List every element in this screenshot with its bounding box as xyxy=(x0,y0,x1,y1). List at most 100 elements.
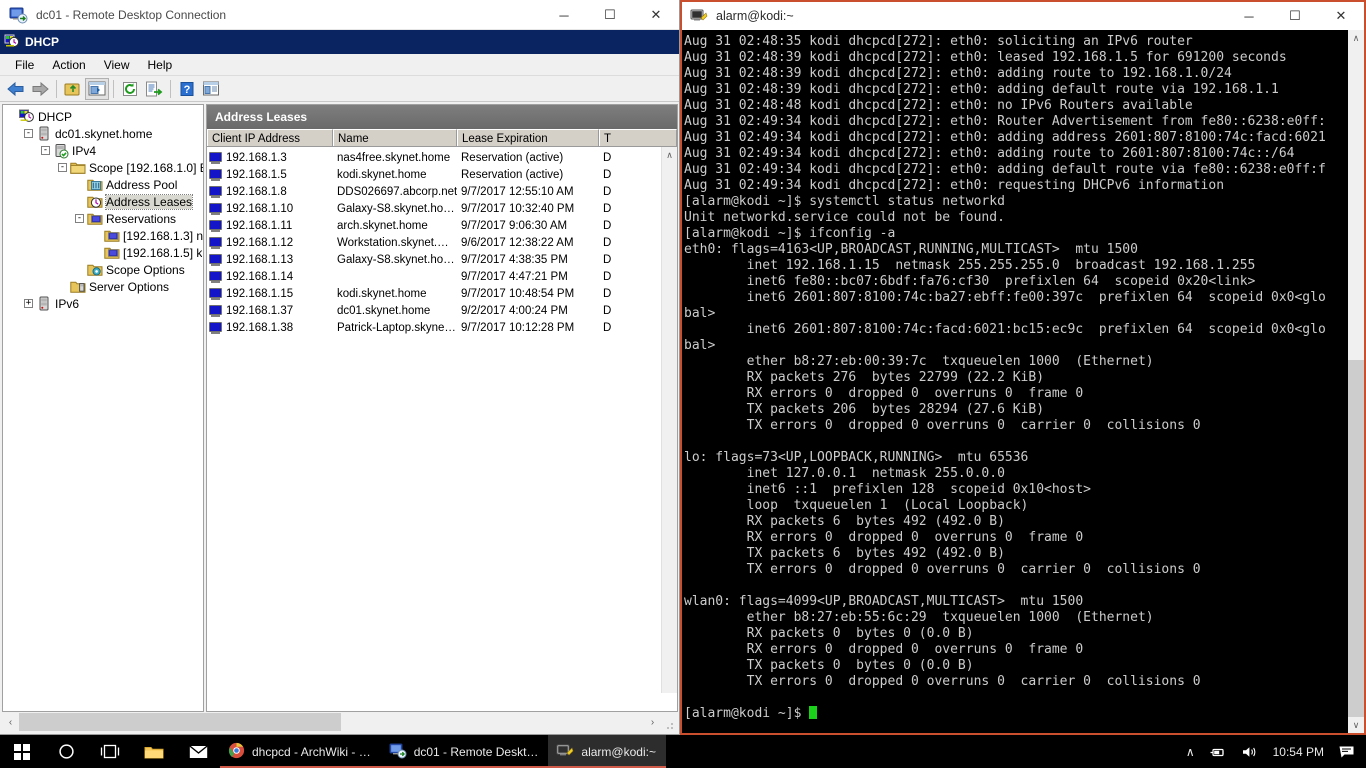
collapse-toggle[interactable]: - xyxy=(41,146,50,155)
tree-node-reservations[interactable]: - Reservations xyxy=(3,210,203,227)
taskbar-item-chrome[interactable]: dhcpcd - ArchWiki - … xyxy=(220,735,381,768)
table-row[interactable]: 192.168.1.11 arch.skynet.home 9/7/2017 9:0… xyxy=(207,217,677,234)
up-one-level-button[interactable] xyxy=(61,78,85,100)
column-header-name[interactable]: Name xyxy=(333,129,457,146)
table-row[interactable]: 192.168.1.13 Galaxy-S8.skynet.ho… 9/7/2017… xyxy=(207,251,677,268)
export-list-button[interactable] xyxy=(142,78,166,100)
toolbar-separator xyxy=(56,79,57,98)
taskbar-clock[interactable]: 10:54 PM xyxy=(1266,735,1331,768)
cell-lease-expiration: 9/7/2017 4:38:35 PM xyxy=(461,253,568,266)
tree-node-label: Server Options xyxy=(89,279,170,294)
terminal-body[interactable]: Aug 31 02:48:35 kodi dhcpcd[272]: eth0: … xyxy=(682,30,1364,733)
table-row[interactable]: 192.168.1.15 kodi.skynet.home 9/7/2017 10:… xyxy=(207,285,677,302)
tree-node-scope-192-168-1-0-ba[interactable]: - Scope [192.168.1.0] Ba xyxy=(3,159,203,176)
tree-node-dhcp[interactable]: DHCP xyxy=(3,108,203,125)
cell-name: DDS026697.abcorp.net xyxy=(337,185,457,198)
column-header-type[interactable]: T xyxy=(599,129,677,146)
terminal-close-button[interactable]: ✕ xyxy=(1318,2,1364,30)
table-row[interactable]: 192.168.1.5 kodi.skynet.home Reservation (… xyxy=(207,166,677,183)
rdp-close-button[interactable]: ✕ xyxy=(633,0,679,30)
tree-node-ipv6[interactable]: + IPv6 xyxy=(3,295,203,312)
dhcp-horizontal-scrollbar[interactable]: ‹ › xyxy=(2,713,678,731)
tree-node-192-168-1-3-n[interactable]: [192.168.1.3] n xyxy=(3,227,203,244)
expand-toggle[interactable]: + xyxy=(24,299,33,308)
network-icon[interactable] xyxy=(1202,735,1234,768)
refresh-button[interactable] xyxy=(118,78,142,100)
tree-node-dc01-skynet-home[interactable]: - dc01.skynet.home xyxy=(3,125,203,142)
rdp-title-bar[interactable]: dc01 - Remote Desktop Connection ─ ☐ ✕ xyxy=(0,0,679,30)
table-row[interactable]: 192.168.1.10 Galaxy-S8.skynet.ho… 9/7/2017… xyxy=(207,200,677,217)
column-header-client-ip[interactable]: Client IP Address xyxy=(207,129,333,146)
tree-node-label: IPv6 xyxy=(55,296,80,311)
table-row[interactable]: 192.168.1.3 nas4free.skynet.home Reservati… xyxy=(207,149,677,166)
column-header-lease-expiration[interactable]: Lease Expiration xyxy=(457,129,599,146)
cell-client-ip: 192.168.1.15 xyxy=(207,287,333,300)
scroll-up-arrow[interactable]: ∧ xyxy=(662,147,677,163)
terminal-title-bar[interactable]: alarm@kodi:~ ─ ☐ ✕ xyxy=(682,2,1364,30)
table-row[interactable]: 192.168.1.14 9/7/2017 4:47:21 PM D xyxy=(207,268,677,285)
terminal-maximize-button[interactable]: ☐ xyxy=(1272,2,1318,30)
hscroll-thumb[interactable] xyxy=(19,713,341,731)
properties-button[interactable] xyxy=(199,78,223,100)
cell-name: kodi.skynet.home xyxy=(337,287,427,300)
mail-icon[interactable] xyxy=(176,735,220,768)
table-row[interactable]: 192.168.1.38 Patrick-Laptop.skyne… 9/7/201… xyxy=(207,319,677,336)
tray-chevron-up-icon[interactable]: ∧ xyxy=(1179,735,1202,768)
task-view-icon[interactable] xyxy=(88,735,132,768)
cell-client-ip: 192.168.1.12 xyxy=(207,236,333,249)
start-button[interactable] xyxy=(0,735,44,768)
cell-name: dc01.skynet.home xyxy=(337,304,431,317)
file-explorer-icon[interactable] xyxy=(132,735,176,768)
cell-client-ip: 192.168.1.37 xyxy=(207,304,333,317)
tree-node-label: IPv4 xyxy=(72,143,97,158)
remote-desktop-icon xyxy=(8,5,28,25)
collapse-toggle[interactable]: - xyxy=(24,129,33,138)
console-tree-pane[interactable]: DHCP - dc01.skynet.home - IPv4- Scope [192.16… xyxy=(2,104,204,712)
taskbar-item-putty[interactable]: alarm@kodi:~ xyxy=(548,735,666,768)
terminal-scroll-down-arrow[interactable]: ∨ xyxy=(1348,717,1364,733)
tree-node-label: [192.168.1.5] k xyxy=(123,245,203,260)
volume-icon[interactable] xyxy=(1234,735,1266,768)
tree-node-address-pool[interactable]: Address Pool xyxy=(3,176,203,193)
tree-node-192-168-1-5-k[interactable]: [192.168.1.5] k xyxy=(3,244,203,261)
list-vertical-scrollbar[interactable]: ∧ xyxy=(661,147,677,693)
tree-node-ipv4[interactable]: - IPv4 xyxy=(3,142,203,159)
scope-options-icon xyxy=(87,262,103,278)
rdp-maximize-button[interactable]: ☐ xyxy=(587,0,633,30)
menu-help[interactable]: Help xyxy=(139,56,182,74)
tree-node-server-options[interactable]: Server Options xyxy=(3,278,203,295)
menu-file[interactable]: File xyxy=(6,56,43,74)
tree-node-address-leases[interactable]: Address Leases xyxy=(3,193,203,210)
putty-terminal-window: alarm@kodi:~ ─ ☐ ✕ Aug 31 02:48:35 kodi … xyxy=(680,0,1366,735)
menu-view[interactable]: View xyxy=(95,56,139,74)
resize-grip[interactable] xyxy=(661,713,678,731)
table-row[interactable]: 192.168.1.37 dc01.skynet.home 9/2/2017 4:0… xyxy=(207,302,677,319)
tree-node-scope-options[interactable]: Scope Options xyxy=(3,261,203,278)
rdp-minimize-button[interactable]: ─ xyxy=(541,0,587,30)
hscroll-right-arrow[interactable]: › xyxy=(644,713,661,731)
terminal-scroll-thumb[interactable] xyxy=(1348,360,1364,717)
back-button[interactable] xyxy=(4,78,28,100)
remote-desktop-icon xyxy=(389,742,407,762)
hscroll-left-arrow[interactable]: ‹ xyxy=(2,713,19,731)
terminal-scroll-up-arrow[interactable]: ∧ xyxy=(1348,30,1364,46)
tree-node-label: Address Pool xyxy=(106,177,178,192)
menu-action[interactable]: Action xyxy=(43,56,94,74)
taskbar-item-remote-desktop[interactable]: dc01 - Remote Deskt… xyxy=(380,735,549,768)
cortana-search-icon[interactable] xyxy=(44,735,88,768)
action-center-icon[interactable] xyxy=(1331,735,1362,768)
hscroll-track[interactable] xyxy=(19,713,644,731)
terminal-scrollbar[interactable]: ∧ ∨ xyxy=(1348,30,1364,733)
table-row[interactable]: 192.168.1.12 Workstation.skynet.… 9/6/2017… xyxy=(207,234,677,251)
forward-button[interactable] xyxy=(28,78,52,100)
table-row[interactable]: 192.168.1.8 DDS026697.abcorp.net 9/7/2017 … xyxy=(207,183,677,200)
collapse-toggle[interactable]: - xyxy=(75,214,84,223)
help-button[interactable]: ? xyxy=(175,78,199,100)
show-hide-console-tree-button[interactable] xyxy=(85,77,109,100)
address-pool-icon xyxy=(87,177,103,193)
terminal-minimize-button[interactable]: ─ xyxy=(1226,2,1272,30)
collapse-toggle[interactable]: - xyxy=(58,163,67,172)
cell-name: kodi.skynet.home xyxy=(337,168,427,181)
